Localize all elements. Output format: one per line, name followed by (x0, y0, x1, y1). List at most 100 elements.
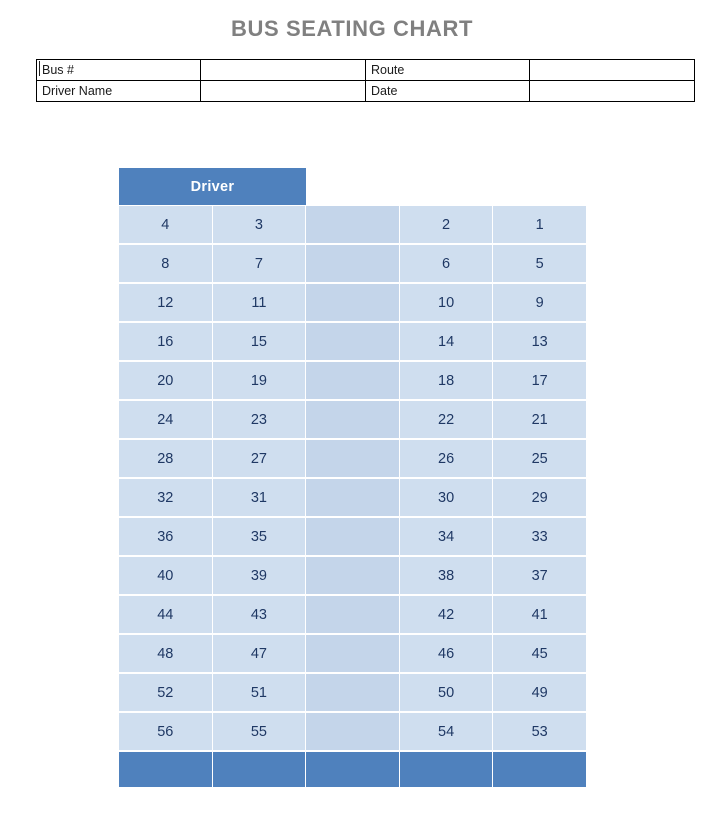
seat-cell-46[interactable]: 46 (399, 635, 493, 672)
seat-row: 28 27 26 25 (119, 440, 586, 479)
seat-row: 16 15 14 13 (119, 323, 586, 362)
bus-number-label-text: Bus # (39, 61, 74, 77)
bus-number-label: Bus # (36, 59, 201, 81)
table-row: Bus # Route (36, 59, 695, 81)
seat-cell-31[interactable]: 31 (212, 479, 306, 516)
driver-name-field[interactable] (200, 80, 366, 102)
seat-cell-4[interactable]: 4 (119, 206, 212, 243)
seat-row: 32 31 30 29 (119, 479, 586, 518)
driver-seat-header[interactable]: Driver (119, 168, 306, 205)
seat-cell-8[interactable]: 8 (119, 245, 212, 282)
seat-cell-34[interactable]: 34 (399, 518, 493, 555)
aisle-cell (306, 206, 399, 243)
seat-row: 40 39 38 37 (119, 557, 586, 596)
seat-cell-53[interactable]: 53 (493, 713, 586, 750)
route-field[interactable] (529, 59, 695, 81)
aisle-cell (306, 323, 399, 360)
seat-row: 56 55 54 53 (119, 713, 586, 752)
seat-row: 48 47 46 45 (119, 635, 586, 674)
aisle-cell (306, 401, 399, 438)
footer-cell-3 (306, 752, 399, 787)
seat-cell-24[interactable]: 24 (119, 401, 212, 438)
page-title: BUS SEATING CHART (230, 16, 474, 41)
bus-info-table: Bus # Route Driver Name Date (36, 59, 695, 102)
seat-row: 43 21 (119, 206, 586, 245)
seat-cell-55[interactable]: 55 (212, 713, 306, 750)
seat-cell-2[interactable]: 2 (399, 206, 493, 243)
seat-cell-37[interactable]: 37 (493, 557, 586, 594)
seat-row: 87 65 (119, 245, 586, 284)
seat-cell-40[interactable]: 40 (119, 557, 212, 594)
seat-cell-7[interactable]: 7 (212, 245, 306, 282)
seat-cell-29[interactable]: 29 (493, 479, 586, 516)
seat-cell-49[interactable]: 49 (493, 674, 586, 711)
aisle-cell (306, 596, 399, 633)
seat-row: 12 11 10 9 (119, 284, 586, 323)
bus-info-table-body: Bus # Route Driver Name Date (36, 59, 695, 102)
seat-cell-41[interactable]: 41 (493, 596, 586, 633)
seat-cell-43[interactable]: 43 (212, 596, 306, 633)
seat-cell-15[interactable]: 15 (212, 323, 306, 360)
seat-cell-47[interactable]: 47 (212, 635, 306, 672)
seat-cell-56[interactable]: 56 (119, 713, 212, 750)
date-field[interactable] (529, 80, 695, 102)
seat-cell-32[interactable]: 32 (119, 479, 212, 516)
seat-cell-39[interactable]: 39 (212, 557, 306, 594)
aisle-cell (306, 245, 399, 282)
date-label: Date (365, 80, 530, 102)
seat-cell-23[interactable]: 23 (212, 401, 306, 438)
seat-grid: 4 3 2 1 8 7 6 5 12 11 10 9 16 15 14 13 20 19 18 17 24 23 22 21 2… (119, 205, 586, 787)
seat-cell-44[interactable]: 44 (119, 596, 212, 633)
seat-cell-9[interactable]: 9 (493, 284, 586, 321)
seat-cell-17[interactable]: 17 (493, 362, 586, 399)
seat-cell-50[interactable]: 50 (399, 674, 493, 711)
bus-number-field[interactable] (200, 59, 366, 81)
seat-cell-25[interactable]: 25 (493, 440, 586, 477)
seat-cell-12[interactable]: 12 (119, 284, 212, 321)
seat-cell-10[interactable]: 10 (399, 284, 493, 321)
seat-cell-21[interactable]: 21 (493, 401, 586, 438)
seat-cell-54[interactable]: 54 (399, 713, 493, 750)
driver-name-label: Driver Name (36, 80, 201, 102)
seat-cell-11[interactable]: 11 (212, 284, 306, 321)
seat-cell-6[interactable]: 6 (399, 245, 493, 282)
seat-cell-36[interactable]: 36 (119, 518, 212, 555)
seat-row: 44 43 42 41 (119, 596, 586, 635)
seat-cell-13[interactable]: 13 (493, 323, 586, 360)
aisle-cell (306, 557, 399, 594)
seat-cell-45[interactable]: 45 (493, 635, 586, 672)
footer-cell-2 (212, 752, 306, 787)
seat-cell-35[interactable]: 35 (212, 518, 306, 555)
seat-row: 52 51 50 49 (119, 674, 586, 713)
aisle-cell (306, 518, 399, 555)
seat-cell-5[interactable]: 5 (493, 245, 586, 282)
driver-row: Driver (119, 168, 586, 205)
seat-cell-26[interactable]: 26 (399, 440, 493, 477)
aisle-cell (306, 362, 399, 399)
footer-cell-5 (493, 752, 586, 787)
seat-row: 20 19 18 17 (119, 362, 586, 401)
seat-cell-27[interactable]: 27 (212, 440, 306, 477)
seat-cell-51[interactable]: 51 (212, 674, 306, 711)
aisle-cell (306, 635, 399, 672)
aisle-cell (306, 440, 399, 477)
seat-row: 24 23 22 21 (119, 401, 586, 440)
seat-cell-16[interactable]: 16 (119, 323, 212, 360)
seat-cell-14[interactable]: 14 (399, 323, 493, 360)
seat-cell-22[interactable]: 22 (399, 401, 493, 438)
seat-chart: Driver 4 3 2 1 8 7 6 5 12 11 10 9 16 15 14 13 20 19 18 17 24… (119, 168, 586, 787)
seat-cell-30[interactable]: 30 (399, 479, 493, 516)
aisle-cell (306, 713, 399, 750)
table-row: Driver Name Date (36, 80, 695, 102)
seat-cell-33[interactable]: 33 (493, 518, 586, 555)
seat-cell-18[interactable]: 18 (399, 362, 493, 399)
seat-cell-3[interactable]: 3 (212, 206, 306, 243)
seat-cell-48[interactable]: 48 (119, 635, 212, 672)
seat-cell-1[interactable]: 1 (493, 206, 586, 243)
seat-cell-42[interactable]: 42 (399, 596, 493, 633)
seat-cell-52[interactable]: 52 (119, 674, 212, 711)
seat-cell-38[interactable]: 38 (399, 557, 493, 594)
seat-cell-19[interactable]: 19 (212, 362, 306, 399)
seat-cell-20[interactable]: 20 (119, 362, 212, 399)
seat-cell-28[interactable]: 28 (119, 440, 212, 477)
